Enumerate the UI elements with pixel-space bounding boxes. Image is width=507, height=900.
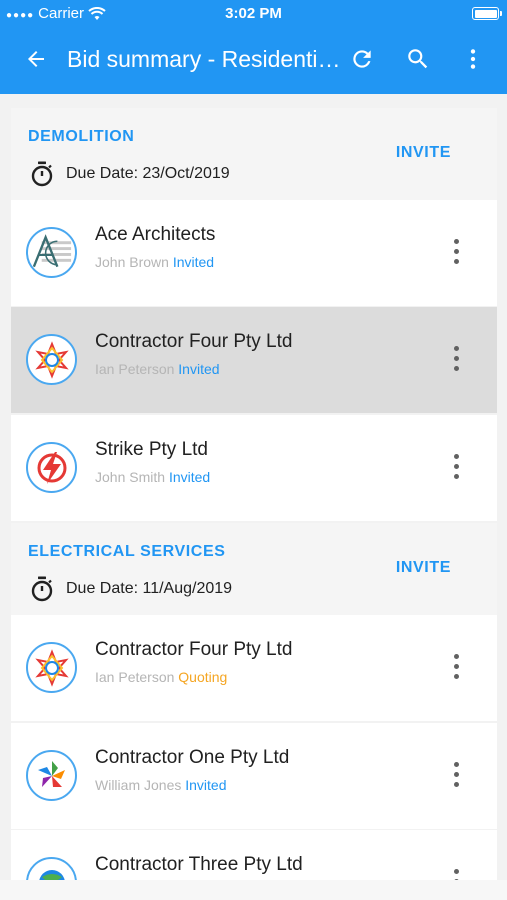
contractor-name: Contractor Four Pty Ltd [95,639,293,660]
contractor-name: Strike Pty Ltd [95,439,208,460]
status-label: Invited [168,469,211,485]
section-title: ELECTRICAL SERVICES [28,543,226,560]
contractor-three-logo [26,857,77,880]
page-title: Bid summary - Residential Project [67,46,342,72]
contractor-name: Contractor Three Pty Ltd [95,854,303,875]
contractor-four-logo [26,334,77,385]
contact-person: John Smith [95,469,166,485]
contractor-name: Ace Architects [95,224,216,245]
contractor-one-logo [26,750,77,801]
contact-person: Ian Peterson [95,669,175,685]
status-label: Invited [178,361,220,377]
refresh-icon[interactable] [346,43,378,75]
contractor-card[interactable]: Contractor Four Pty Ltd Ian Peterson Inv… [11,307,497,413]
stopwatch-icon [31,576,53,602]
contractor-name: Contractor One Pty Ltd [95,747,290,768]
status-label: Invited [185,777,227,793]
app-bar: ●●●● Carrier 3:02 PM Bid summary - Resid… [0,0,507,94]
toolbar: Bid summary - Residential Project [0,28,507,94]
status-label: Invited [172,254,215,270]
contractor-subtitle: Ian Peterson Invited [95,361,220,377]
contractor-subtitle: Ian Peterson Quoting [95,669,227,685]
battery-level [474,9,497,18]
due-date-row: Due Date: 11/Aug/2019 [30,576,232,602]
invite-button[interactable]: INVITE [396,559,451,577]
arrow-back-icon[interactable] [20,43,52,75]
contractor-card[interactable]: Ace Architects John Brown Invited [11,200,497,306]
ace-architects-logo [26,227,77,278]
contact-person: William Jones [95,777,182,793]
invite-button[interactable]: INVITE [396,144,451,162]
section-title: DEMOLITION [28,128,135,145]
contractor-subtitle: William Jones Invited [95,777,227,793]
search-icon[interactable] [402,43,434,75]
contractor-subtitle: John Smith Invited [95,469,210,485]
more-options-icon[interactable] [449,236,463,266]
due-date-row: Due Date: 23/Oct/2019 [30,161,230,187]
stopwatch-icon [31,161,53,187]
contractor-card[interactable]: Strike Pty Ltd John Smith Invited [11,415,497,521]
status-time: 3:02 PM [225,5,282,22]
contractor-card[interactable]: Contractor Four Pty Ltd Ian Peterson Quo… [11,615,497,721]
section-header-electrical-services: ELECTRICAL SERVICES Due Date: 11/Aug/201… [11,523,497,615]
more-options-icon[interactable] [449,759,463,789]
status-label: Quoting [178,669,228,685]
section-header-demolition: DEMOLITION Due Date: 23/Oct/2019 INVITE [11,108,497,200]
contact-person: John Brown [95,254,169,270]
battery-icon [472,7,502,20]
more-options-icon[interactable] [449,866,463,880]
contractor-card[interactable]: Contractor Three Pty Ltd [11,830,497,880]
bid-summary-list[interactable]: DEMOLITION Due Date: 23/Oct/2019 INVITE [0,94,507,880]
more-options-icon[interactable] [449,651,463,681]
contractor-four-logo [26,642,77,693]
contractor-card[interactable]: Contractor One Pty Ltd William Jones Inv… [11,723,497,829]
contractor-subtitle: John Brown Invited [95,254,214,270]
more-vert-icon[interactable] [457,43,489,75]
due-date: Due Date: 11/Aug/2019 [66,580,233,597]
strike-logo [26,442,77,493]
due-date: Due Date: 23/Oct/2019 [66,165,230,182]
more-options-icon[interactable] [449,451,463,481]
more-options-icon[interactable] [449,343,463,373]
bottom-safe-area [0,880,507,900]
contractor-name: Contractor Four Pty Ltd [95,331,293,352]
status-bar: ●●●● Carrier 3:02 PM [0,0,507,28]
contact-person: Ian Peterson [95,361,175,377]
